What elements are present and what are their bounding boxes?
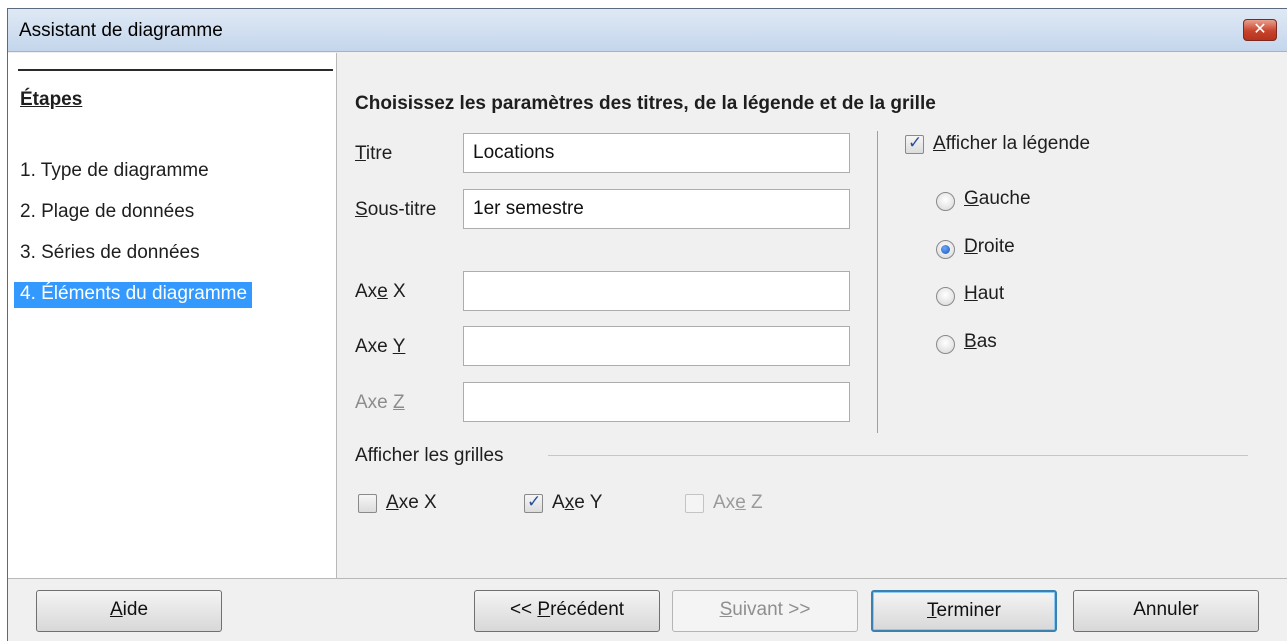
step-data-range[interactable]: 2. Plage de données [14,200,199,226]
show-legend-checkbox[interactable] [905,133,924,154]
grid-x-checkbox[interactable] [358,494,377,513]
x-axis-input[interactable] [464,272,849,310]
show-legend-label[interactable]: Afficher la légende [933,133,1090,155]
subtitle-input[interactable] [464,190,849,228]
grid-y-label[interactable]: Axe Y [552,492,602,514]
title-bar[interactable]: Assistant de diagramme ✕ [8,9,1287,52]
grid-y-checkbox[interactable] [524,492,543,513]
y-axis-field[interactable] [463,326,850,366]
button-bar: Aide << Précédent Suivant >> Terminer An… [8,578,1287,641]
grid-z-label: Axe Z [713,492,763,513]
step-chart-type[interactable]: 1. Type de diagramme [14,159,214,185]
grids-divider [548,455,1248,456]
subtitle-label: Sous-titre [355,199,437,220]
window-title: Assistant de diagramme [19,20,223,41]
legend-right-label[interactable]: Droite [964,236,1015,258]
z-axis-input [464,383,849,421]
title-label: Titre [355,143,393,164]
grid-x-label[interactable]: Axe X [386,492,437,514]
legend-top-label[interactable]: Haut [964,283,1004,305]
help-button[interactable]: Aide [36,590,222,632]
x-axis-label: Axe X [355,281,406,302]
finish-button[interactable]: Terminer [871,590,1057,632]
y-axis-input[interactable] [464,327,849,365]
sidebar-divider [18,69,333,71]
step-data-series[interactable]: 3. Séries de données [14,241,205,267]
title-field[interactable] [463,133,850,173]
legend-separator [877,131,878,433]
legend-left-label[interactable]: Gauche [964,188,1031,210]
grid-z-checkbox [685,494,704,513]
title-input[interactable] [464,134,849,172]
step-chart-elements[interactable]: 4. Éléments du diagramme [14,282,253,308]
grids-group-title: Afficher les grilles [355,445,504,466]
previous-button[interactable]: << Précédent [474,590,660,632]
chart-elements-panel: Choisissez les paramètres des titres, de… [338,53,1287,578]
legend-bottom-radio[interactable] [936,335,955,354]
close-button[interactable]: ✕ [1243,19,1277,41]
close-icon: ✕ [1253,21,1267,38]
chart-wizard-dialog: Assistant de diagramme ✕ Étapes 1. Type … [7,8,1287,641]
steps-heading: Étapes [20,89,83,110]
section-title: Choisissez les paramètres des titres, de… [355,93,936,114]
steps-sidebar: Étapes 1. Type de diagramme 2. Plage de … [8,53,337,578]
legend-left-radio[interactable] [936,192,955,211]
z-axis-field [463,382,850,422]
legend-top-radio[interactable] [936,287,955,306]
z-axis-label: Axe Z [355,392,405,413]
y-axis-label: Axe Y [355,336,406,357]
next-button: Suivant >> [672,590,858,632]
subtitle-field[interactable] [463,189,850,229]
x-axis-field[interactable] [463,271,850,311]
legend-right-radio[interactable] [936,240,955,259]
cancel-button[interactable]: Annuler [1073,590,1259,632]
legend-bottom-label[interactable]: Bas [964,331,997,353]
